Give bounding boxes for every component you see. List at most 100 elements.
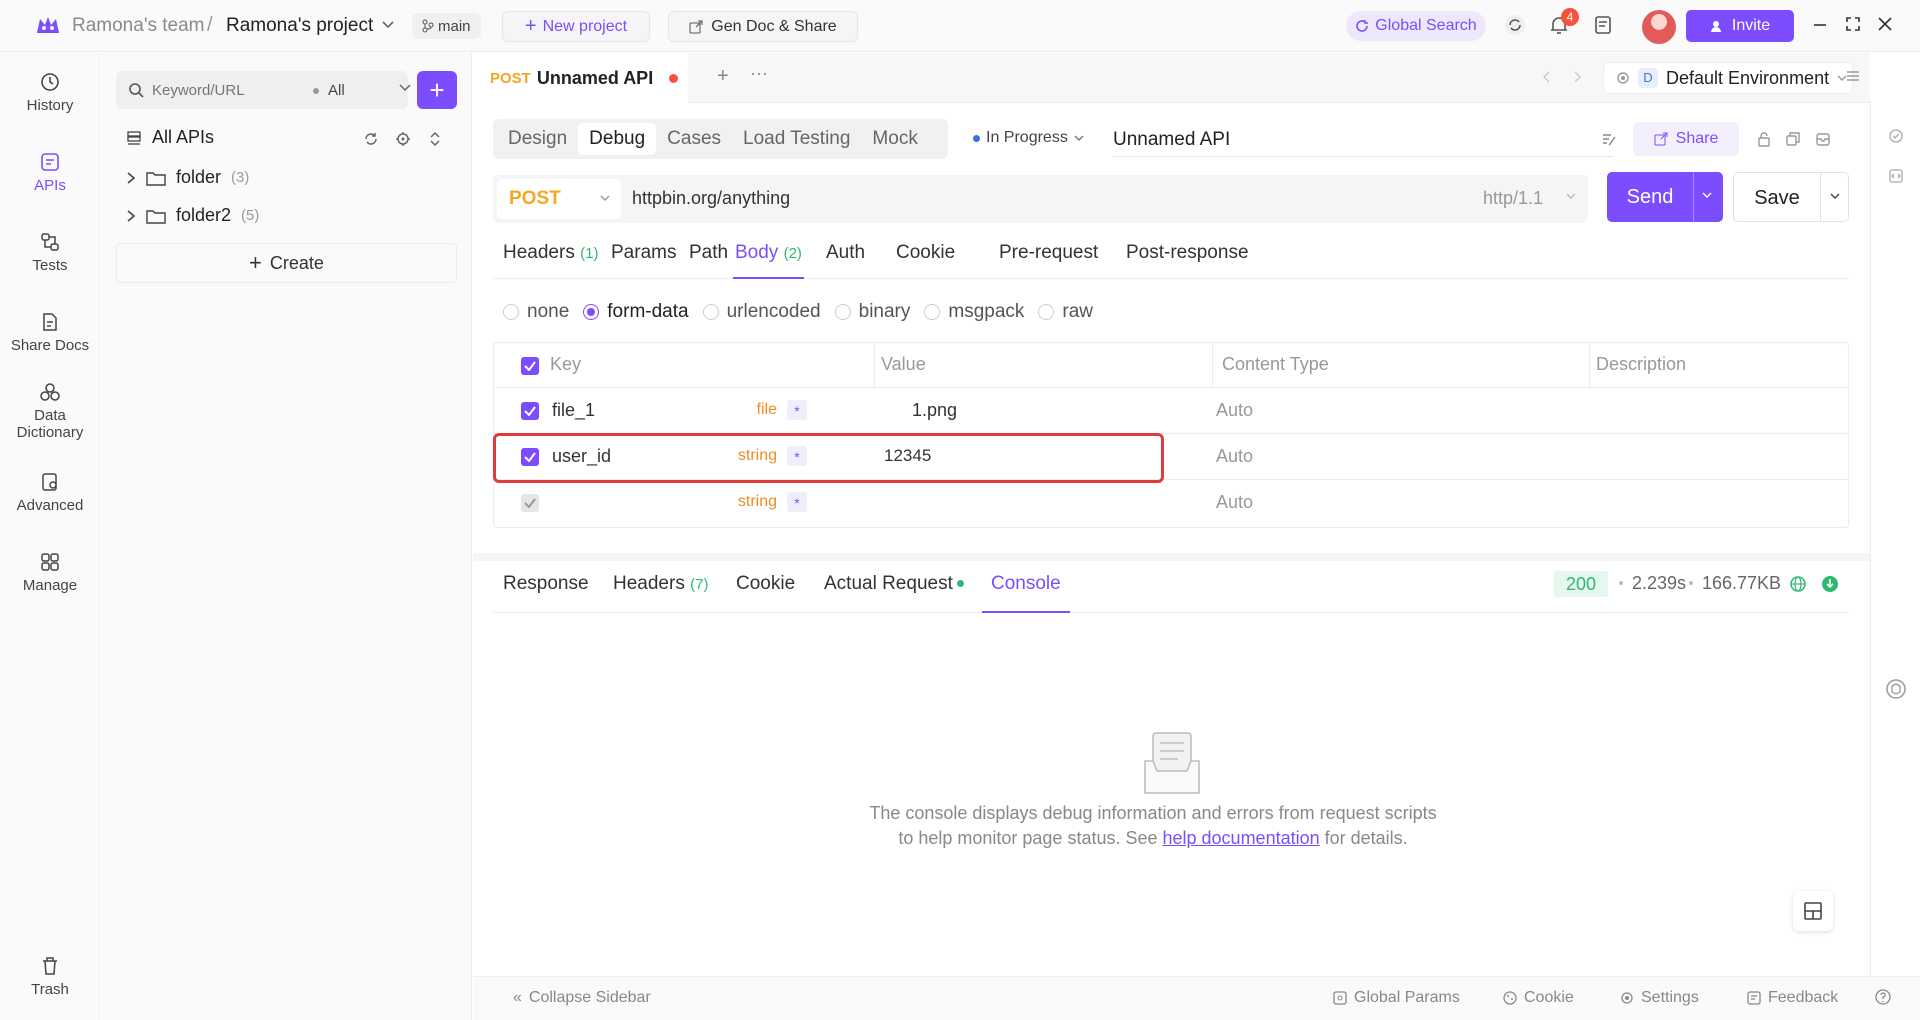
tab-load-testing[interactable]: Load Testing [732, 123, 861, 155]
radio[interactable] [583, 304, 600, 320]
body-type-msgpack[interactable]: msgpack [924, 301, 1024, 323]
invite-button[interactable]: Invite [1686, 10, 1794, 42]
radio[interactable] [834, 304, 851, 320]
more-icon[interactable]: ··· [750, 63, 768, 84]
param-type[interactable]: string [722, 493, 777, 511]
row-checkbox[interactable] [521, 494, 539, 512]
chevron-down-icon[interactable] [382, 21, 394, 29]
nav-apis[interactable]: APIs [0, 151, 100, 194]
save-button[interactable]: Save [1733, 172, 1849, 222]
select-all-checkbox[interactable] [521, 357, 539, 375]
locate-icon[interactable] [395, 131, 411, 147]
environment-selector[interactable]: D Default Environment [1603, 62, 1853, 94]
feedback-button[interactable]: Feedback [1747, 989, 1838, 1007]
tab-unnamed-api[interactable]: POST Unnamed API [473, 53, 688, 103]
body-type-none[interactable]: none [503, 301, 569, 323]
project-name[interactable]: Ramona's project [226, 15, 373, 37]
nav-data-dictionary[interactable]: Data Dictionary [0, 381, 100, 441]
tab-auth[interactable]: Auth [826, 242, 865, 279]
param-content-type[interactable]: Auto [1216, 446, 1253, 467]
tab-design[interactable]: Design [497, 123, 578, 155]
chevron-down-icon[interactable] [1830, 193, 1840, 200]
copy-icon[interactable] [1785, 131, 1801, 147]
param-key[interactable]: file_1 [552, 400, 595, 421]
url-input[interactable]: httpbin.org/anything [632, 188, 790, 209]
close-icon[interactable] [1877, 16, 1893, 32]
chevron-down-icon[interactable] [1566, 193, 1576, 200]
all-apis[interactable]: All APIs [126, 127, 214, 148]
method-select[interactable]: POST [497, 179, 621, 219]
radio[interactable] [503, 304, 519, 320]
protocol-select[interactable]: http/1.1 [1483, 188, 1543, 209]
nav-history[interactable]: History [0, 71, 100, 114]
global-params-button[interactable]: Global Params [1333, 989, 1460, 1007]
search-input[interactable] [152, 81, 312, 99]
required-marker[interactable]: * [787, 400, 807, 420]
new-project-button[interactable]: + New project [502, 11, 650, 42]
tab-actual-request[interactable]: Actual Request [824, 573, 964, 613]
archive-icon[interactable] [1815, 131, 1831, 147]
team-name[interactable]: Ramona's team [72, 15, 204, 37]
nav-manage[interactable]: Manage [0, 551, 100, 594]
chevron-down-icon[interactable] [1702, 192, 1712, 199]
download-icon[interactable] [1821, 575, 1839, 593]
required-marker[interactable]: * [787, 492, 807, 512]
tab-post-response[interactable]: Post-response [1126, 242, 1249, 279]
radio[interactable] [924, 304, 941, 320]
expand-collapse-icon[interactable] [427, 131, 443, 147]
param-content-type[interactable]: Auto [1216, 492, 1253, 513]
tab-debug[interactable]: Debug [578, 123, 657, 155]
tab-headers[interactable]: Headers (1) [503, 242, 598, 279]
create-button[interactable]: + Create [116, 243, 457, 283]
tab-response[interactable]: Response [503, 573, 589, 613]
status-select[interactable]: In Progress [973, 129, 1084, 147]
cookie-button[interactable]: Cookie [1503, 989, 1574, 1007]
body-type-form-data[interactable]: form-data [583, 301, 689, 323]
tab-path[interactable]: Path [689, 242, 728, 279]
tab-console[interactable]: Console [982, 573, 1070, 613]
api-name-input[interactable]: Unnamed API [1113, 123, 1613, 157]
tab-cookie[interactable]: Cookie [896, 242, 955, 279]
send-button[interactable]: Send [1607, 172, 1723, 222]
refresh-icon[interactable] [363, 131, 379, 147]
code-icon[interactable] [1888, 168, 1904, 184]
tab-body[interactable]: Body (2) [733, 242, 804, 279]
tab-prev-icon[interactable] [1543, 71, 1551, 83]
ai-assistant-icon[interactable] [1885, 678, 1907, 700]
share-button[interactable]: Share [1633, 122, 1739, 156]
sync-icon[interactable] [1504, 14, 1526, 36]
tab-cases[interactable]: Cases [656, 123, 732, 155]
layout-toggle-button[interactable] [1793, 891, 1833, 931]
param-type[interactable]: file [722, 401, 777, 419]
tab-mock[interactable]: Mock [861, 123, 928, 155]
param-content-type[interactable]: Auto [1216, 400, 1253, 421]
nav-trash[interactable]: Trash [0, 955, 100, 998]
body-type-raw[interactable]: raw [1038, 301, 1093, 323]
edit-icon[interactable] [1601, 131, 1617, 147]
maximize-icon[interactable] [1845, 16, 1861, 32]
help-icon[interactable] [1875, 989, 1891, 1005]
tab-next-icon[interactable] [1573, 71, 1581, 83]
help-documentation-link[interactable]: help documentation [1163, 828, 1320, 848]
globe-icon[interactable] [1789, 575, 1807, 593]
branch-selector[interactable]: main [412, 13, 481, 39]
tab-params[interactable]: Params [611, 242, 676, 279]
filter-select[interactable]: All [328, 82, 345, 99]
gen-doc-share-button[interactable]: Gen Doc & Share [668, 11, 858, 42]
user-avatar[interactable] [1642, 10, 1676, 44]
folder-item[interactable]: folder (3) [126, 167, 249, 188]
row-checkbox[interactable] [521, 402, 539, 420]
new-tab-plus-icon[interactable]: + [717, 65, 729, 88]
collapse-sidebar-button[interactable]: « Collapse Sidebar [513, 989, 651, 1007]
tab-pre-request[interactable]: Pre-request [999, 242, 1098, 279]
nav-share-docs[interactable]: Share Docs [0, 311, 100, 354]
tab-response-headers[interactable]: Headers (7) [613, 573, 708, 613]
param-value[interactable]: 1.png [912, 400, 957, 421]
nav-advanced[interactable]: Advanced [0, 471, 100, 514]
chevron-down-icon[interactable] [399, 84, 411, 92]
body-type-binary[interactable]: binary [834, 301, 910, 323]
body-type-urlencoded[interactable]: urlencoded [702, 301, 821, 323]
chevron-right-icon[interactable] [126, 209, 136, 223]
tab-response-cookie[interactable]: Cookie [736, 573, 795, 613]
check-circle-icon[interactable] [1888, 128, 1904, 144]
